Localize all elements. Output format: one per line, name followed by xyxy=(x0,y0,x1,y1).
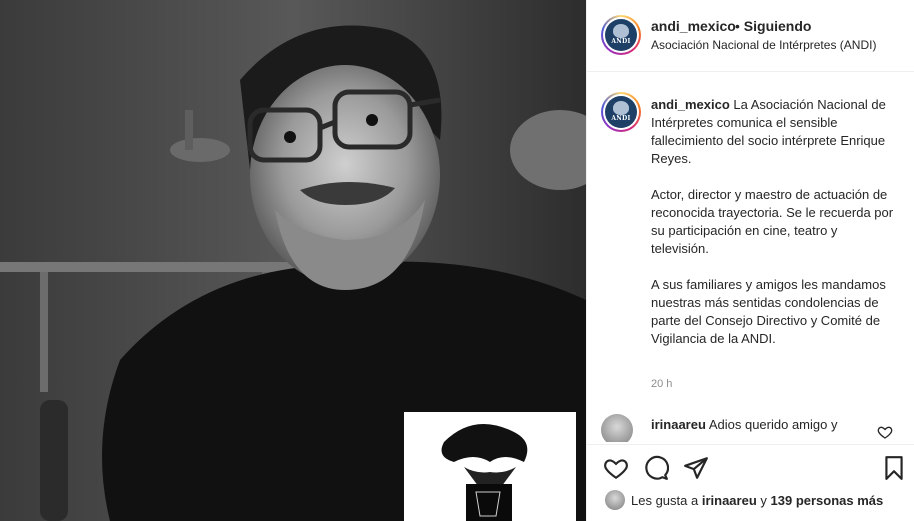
post-side-panel: ANDI andi_mexico • Siguiendo Asociación … xyxy=(586,0,914,521)
author-avatar[interactable]: ANDI xyxy=(601,15,641,55)
separator-dot: • xyxy=(735,18,740,34)
comment-text: irinaareu Adios querido amigo y xyxy=(651,416,871,434)
mourning-ribbon-image xyxy=(404,412,576,521)
andi-logo-icon xyxy=(613,24,629,38)
commenter-handle[interactable]: irinaareu xyxy=(651,417,706,432)
author-handle[interactable]: andi_mexico xyxy=(651,18,736,34)
likes-connector: y xyxy=(760,493,767,508)
comment-item: irinaareu Adios querido amigo y xyxy=(587,410,914,442)
liker-avatar[interactable] xyxy=(605,490,625,510)
following-button[interactable]: Siguiendo xyxy=(744,18,812,34)
commenter-avatar[interactable] xyxy=(601,414,633,442)
comment-body: Adios querido amigo y xyxy=(708,417,838,432)
likes-prefix: Les gusta a xyxy=(631,493,699,508)
post-location[interactable]: Asociación Nacional de Intérpretes (ANDI… xyxy=(651,38,876,52)
avatar-logo-text: ANDI xyxy=(611,115,631,122)
caption-author-handle[interactable]: andi_mexico xyxy=(651,97,730,112)
caption-author-avatar[interactable]: ANDI xyxy=(601,92,641,132)
paper-plane-icon[interactable] xyxy=(683,455,709,481)
avatar-logo-text: ANDI xyxy=(611,38,631,45)
post-photo[interactable] xyxy=(0,0,586,521)
comment-bubble-icon[interactable] xyxy=(643,455,670,481)
liker-handle[interactable]: irinaareu xyxy=(702,493,757,508)
likes-count[interactable]: 139 personas más xyxy=(771,493,884,508)
post-actions-bar xyxy=(587,444,914,490)
caption-paragraph-3: A sus familiares y amigos les mandamos n… xyxy=(651,277,886,346)
post-caption: andi_mexico La Asociación Nacional de In… xyxy=(651,96,895,366)
follow-status: • Siguiendo xyxy=(735,18,811,34)
likes-summary: Les gusta a irinaareu y 139 personas más xyxy=(587,488,914,512)
heart-icon[interactable] xyxy=(603,455,629,481)
post-header: ANDI andi_mexico • Siguiendo Asociación … xyxy=(587,0,914,72)
heart-icon[interactable] xyxy=(877,424,893,440)
likes-text: Les gusta a irinaareu y 139 personas más xyxy=(631,493,883,508)
andi-logo-icon xyxy=(613,101,629,115)
post-timestamp[interactable]: 20 h xyxy=(651,378,672,390)
caption-block: ANDI andi_mexico La Asociación Nacional … xyxy=(587,72,914,408)
caption-paragraph-2: Actor, director y maestro de actuación d… xyxy=(651,187,894,256)
bookmark-icon[interactable] xyxy=(881,455,907,481)
